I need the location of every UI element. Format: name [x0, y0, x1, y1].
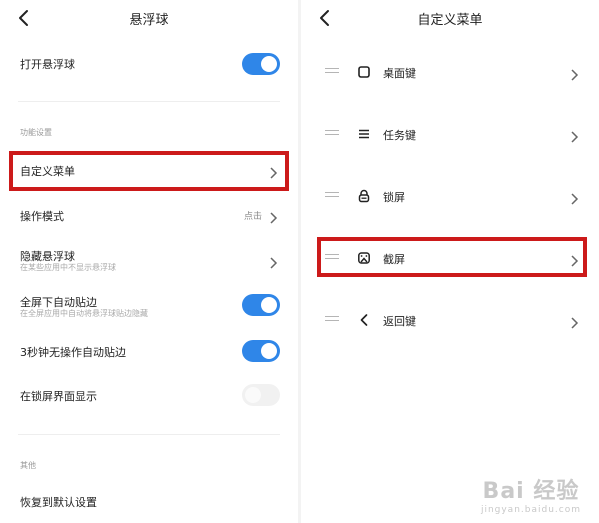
back-arrow-icon	[357, 312, 371, 326]
open-floating-ball-toggle[interactable]	[242, 53, 280, 75]
top-bar: 悬浮球	[0, 0, 298, 36]
highlight-box	[9, 151, 289, 191]
hide-floating-ball-sub: 在某些应用中不显示悬浮球	[20, 263, 116, 272]
toggle-knob	[261, 297, 277, 313]
menu-lines-icon	[357, 126, 371, 140]
chevron-right-icon	[569, 66, 579, 81]
operation-mode-row[interactable]: 操作模式 点击	[0, 200, 298, 230]
section-header-other: 其他	[20, 461, 36, 470]
chevron-right-icon	[569, 314, 579, 329]
toggle-knob	[245, 387, 261, 403]
chevron-right-icon	[268, 209, 278, 224]
drag-handle-icon[interactable]	[325, 192, 339, 200]
floating-ball-settings-panel: 悬浮球 打开悬浮球 功能设置 自定义菜单 操作模式 点击 隐藏悬浮球 在某些应用…	[0, 0, 298, 523]
watermark-main: Bai 经验	[482, 479, 580, 504]
fullscreen-edge-toggle[interactable]	[242, 294, 280, 316]
chevron-right-icon	[268, 254, 278, 269]
reset-defaults-row[interactable]: 恢复到默认设置	[0, 486, 298, 516]
menu-item-label: 返回键	[383, 315, 416, 328]
operation-mode-value: 点击	[243, 212, 262, 222]
custom-menu-panel: 自定义菜单 桌面键 任务键 锁屏 截屏 返回键 Bai 经验 jingyan.b…	[301, 0, 599, 523]
square-icon	[357, 64, 371, 78]
toggle-knob	[261, 56, 277, 72]
menu-item-label: 任务键	[383, 129, 416, 142]
drag-handle-icon[interactable]	[325, 130, 339, 138]
menu-item-label: 锁屏	[383, 191, 405, 204]
section-header-feature: 功能设置	[20, 128, 52, 137]
menu-item-tasks[interactable]: 任务键	[301, 119, 599, 149]
divider	[18, 101, 280, 102]
divider	[18, 434, 280, 435]
top-bar: 自定义菜单	[301, 0, 599, 36]
fullscreen-edge-row[interactable]: 全屏下自动贴边 在全屏应用中自动将悬浮球贴边隐藏	[0, 288, 298, 324]
reset-defaults-label: 恢复到默认设置	[20, 496, 97, 509]
chevron-right-icon	[569, 128, 579, 143]
lockscreen-show-row[interactable]: 在锁屏界面显示	[0, 380, 298, 410]
page-title: 悬浮球	[129, 13, 169, 28]
menu-item-back[interactable]: 返回键	[301, 305, 599, 335]
watermark-sub: jingyan.baidu.com	[480, 505, 581, 515]
idle-edge-row[interactable]: 3秒钟无操作自动贴边	[0, 336, 298, 366]
page-title: 自定义菜单	[417, 13, 483, 28]
baidu-jingyan-watermark: Bai 经验 jingyan.baidu.com	[481, 473, 581, 515]
fullscreen-edge-sub: 在全屏应用中自动将悬浮球贴边隐藏	[20, 309, 148, 318]
operation-mode-label: 操作模式	[20, 210, 64, 223]
highlight-box	[317, 237, 587, 277]
open-floating-ball-label: 打开悬浮球	[20, 58, 75, 71]
menu-item-label: 桌面键	[383, 67, 416, 80]
toggle-knob	[261, 343, 277, 359]
lockscreen-show-toggle[interactable]	[242, 384, 280, 406]
drag-handle-icon[interactable]	[325, 68, 339, 76]
open-floating-ball-row[interactable]: 打开悬浮球	[0, 46, 298, 82]
chevron-right-icon	[569, 190, 579, 205]
lock-icon	[357, 188, 371, 203]
drag-handle-icon[interactable]	[325, 316, 339, 324]
lockscreen-show-label: 在锁屏界面显示	[20, 390, 97, 403]
menu-item-lock[interactable]: 锁屏	[301, 181, 599, 211]
idle-edge-toggle[interactable]	[242, 340, 280, 362]
idle-edge-label: 3秒钟无操作自动贴边	[20, 346, 126, 359]
menu-item-home[interactable]: 桌面键	[301, 57, 599, 87]
hide-floating-ball-row[interactable]: 隐藏悬浮球 在某些应用中不显示悬浮球	[0, 243, 298, 277]
